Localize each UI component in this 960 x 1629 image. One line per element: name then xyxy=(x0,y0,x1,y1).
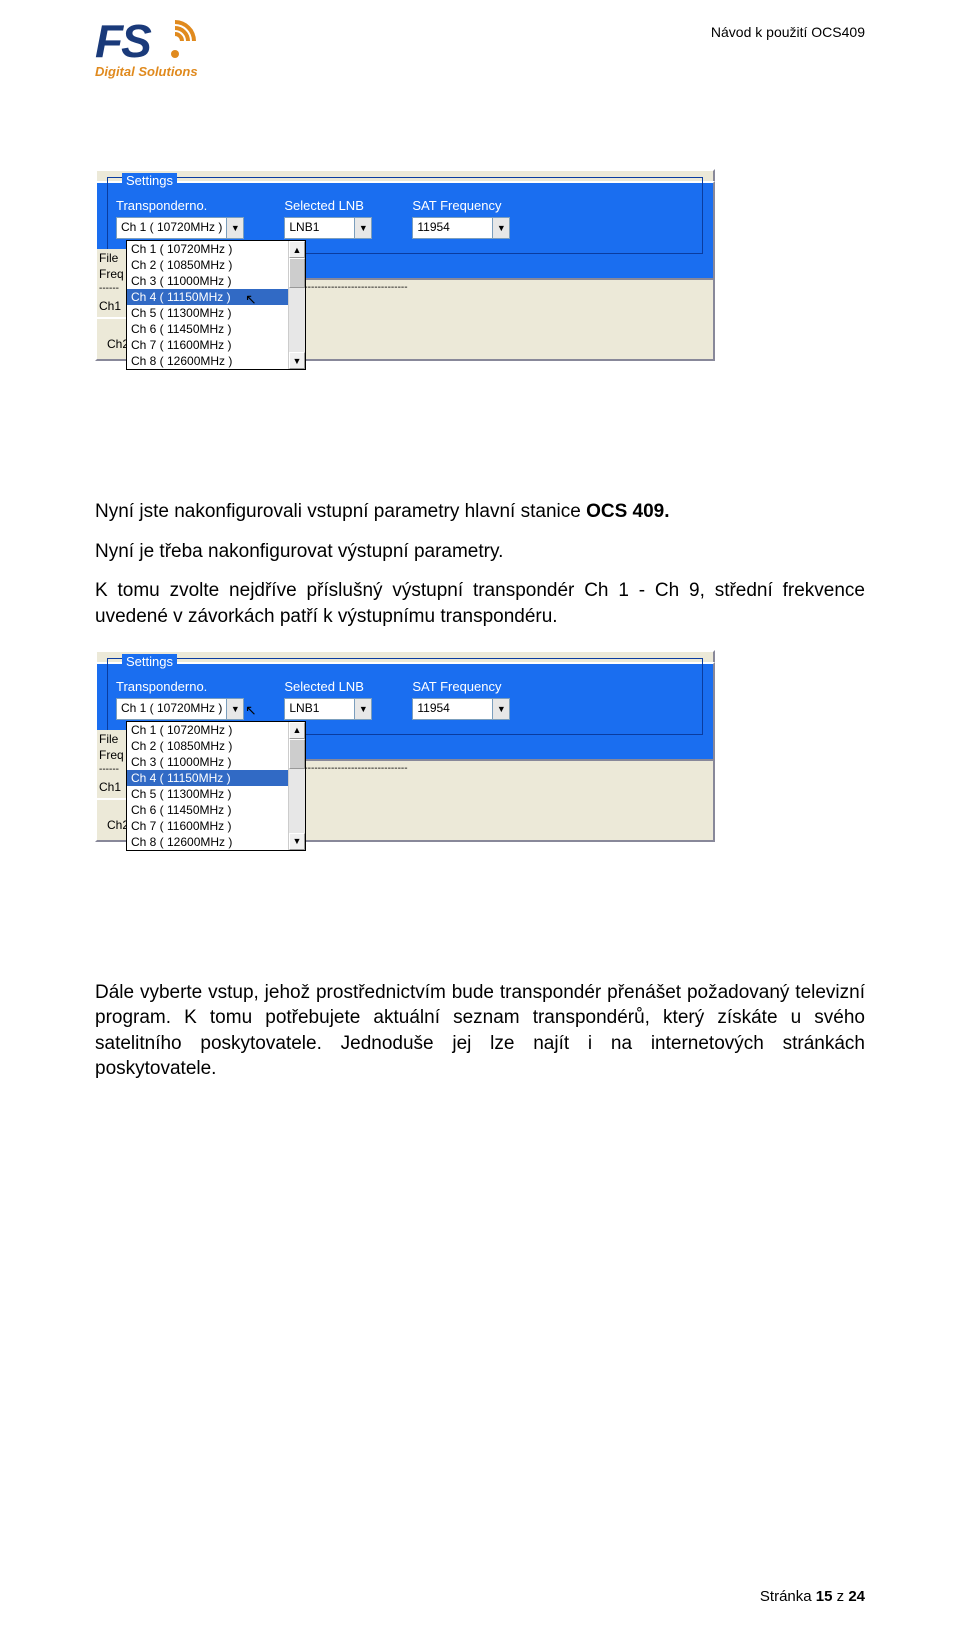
sat-combo[interactable]: 11954 ▼ xyxy=(412,217,510,239)
dropdown-item[interactable]: Ch 5 ( 11300MHz ) xyxy=(127,305,288,321)
transponder-value[interactable]: Ch 1 ( 10720MHz ) xyxy=(116,217,226,239)
settings-legend: Settings xyxy=(122,173,177,188)
transponder-combo[interactable]: Ch 1 ( 10720MHz ) ▼ xyxy=(116,698,244,720)
dropdown-item[interactable]: Ch 7 ( 11600MHz ) xyxy=(127,818,288,834)
scrollbar[interactable]: ▲ ▼ xyxy=(288,241,305,369)
dropdown-item[interactable]: Ch 5 ( 11300MHz ) xyxy=(127,786,288,802)
paragraph-3: K tomu zvolte nejdříve příslušný výstupn… xyxy=(95,578,865,629)
chevron-down-icon[interactable]: ▼ xyxy=(492,698,510,720)
dropdown-item[interactable]: Ch 4 ( 11150MHz ) xyxy=(127,289,288,305)
transponder-value[interactable]: Ch 1 ( 10720MHz ) xyxy=(116,698,226,720)
settings-screenshot-1: Settings Transponderno. Ch 1 ( 10720MHz … xyxy=(95,169,865,439)
scroll-thumb[interactable] xyxy=(289,739,305,769)
paragraph-1: Nyní jste nakonfigurovali vstupní parame… xyxy=(95,499,865,525)
sat-label: SAT Frequency xyxy=(412,679,510,694)
scrollbar[interactable]: ▲ ▼ xyxy=(288,722,305,850)
sat-combo[interactable]: 11954 ▼ xyxy=(412,698,510,720)
scroll-down-icon[interactable]: ▼ xyxy=(289,833,305,850)
lnb-value[interactable]: LNB1 xyxy=(284,217,354,239)
dropdown-item[interactable]: Ch 4 ( 11150MHz ) xyxy=(127,770,288,786)
transponder-label: Transponderno. xyxy=(116,198,244,213)
transponder-label: Transponderno. xyxy=(116,679,244,694)
chevron-down-icon[interactable]: ▼ xyxy=(226,217,244,239)
dropdown-item[interactable]: Ch 8 ( 12600MHz ) xyxy=(127,834,288,850)
scroll-up-icon[interactable]: ▲ xyxy=(289,722,305,739)
logo: FS Digital Solutions xyxy=(95,20,235,79)
paragraph-4: Dále vyberte vstup, jehož prostřednictví… xyxy=(95,980,865,1083)
dropdown-item[interactable]: Ch 1 ( 10720MHz ) xyxy=(127,722,288,738)
chevron-down-icon[interactable]: ▼ xyxy=(226,698,244,720)
settings-legend: Settings xyxy=(122,654,177,669)
dropdown-item[interactable]: Ch 7 ( 11600MHz ) xyxy=(127,337,288,353)
scroll-up-icon[interactable]: ▲ xyxy=(289,241,305,258)
settings-screenshot-2: Settings Transponderno. Ch 1 ( 10720MHz … xyxy=(95,650,865,930)
sat-value[interactable]: 11954 xyxy=(412,217,492,239)
lnb-label: Selected LNB xyxy=(284,679,372,694)
dropdown-item[interactable]: Ch 3 ( 11000MHz ) xyxy=(127,273,288,289)
logo-text: FS xyxy=(95,23,150,60)
document-code: Návod k použití OCS409 xyxy=(711,24,865,40)
scroll-down-icon[interactable]: ▼ xyxy=(289,352,305,369)
chevron-down-icon[interactable]: ▼ xyxy=(354,698,372,720)
page-footer: Stránka 15 z 24 xyxy=(760,1588,865,1605)
dropdown-item[interactable]: Ch 2 ( 10850MHz ) xyxy=(127,257,288,273)
dropdown-item[interactable]: Ch 8 ( 12600MHz ) xyxy=(127,353,288,369)
transponder-dropdown[interactable]: Ch 1 ( 10720MHz )Ch 2 ( 10850MHz )Ch 3 (… xyxy=(126,240,306,370)
lnb-combo[interactable]: LNB1 ▼ xyxy=(284,217,372,239)
wifi-icon xyxy=(154,20,196,62)
lnb-value[interactable]: LNB1 xyxy=(284,698,354,720)
dropdown-item[interactable]: Ch 6 ( 11450MHz ) xyxy=(127,802,288,818)
dropdown-item[interactable]: Ch 3 ( 11000MHz ) xyxy=(127,754,288,770)
logo-subtitle: Digital Solutions xyxy=(95,64,235,79)
sat-label: SAT Frequency xyxy=(412,198,510,213)
lnb-combo[interactable]: LNB1 ▼ xyxy=(284,698,372,720)
page-header: FS Digital Solutions Návod k použití OCS… xyxy=(95,20,865,79)
transponder-dropdown[interactable]: Ch 1 ( 10720MHz )Ch 2 ( 10850MHz )Ch 3 (… xyxy=(126,721,306,851)
dropdown-item[interactable]: Ch 6 ( 11450MHz ) xyxy=(127,321,288,337)
lnb-label: Selected LNB xyxy=(284,198,372,213)
scroll-thumb[interactable] xyxy=(289,258,305,288)
dropdown-item[interactable]: Ch 1 ( 10720MHz ) xyxy=(127,241,288,257)
chevron-down-icon[interactable]: ▼ xyxy=(354,217,372,239)
chevron-down-icon[interactable]: ▼ xyxy=(492,217,510,239)
dropdown-item[interactable]: Ch 2 ( 10850MHz ) xyxy=(127,738,288,754)
transponder-combo[interactable]: Ch 1 ( 10720MHz ) ▼ xyxy=(116,217,244,239)
sat-value[interactable]: 11954 xyxy=(412,698,492,720)
paragraph-2: Nyní je třeba nakonfigurovat výstupní pa… xyxy=(95,539,865,565)
